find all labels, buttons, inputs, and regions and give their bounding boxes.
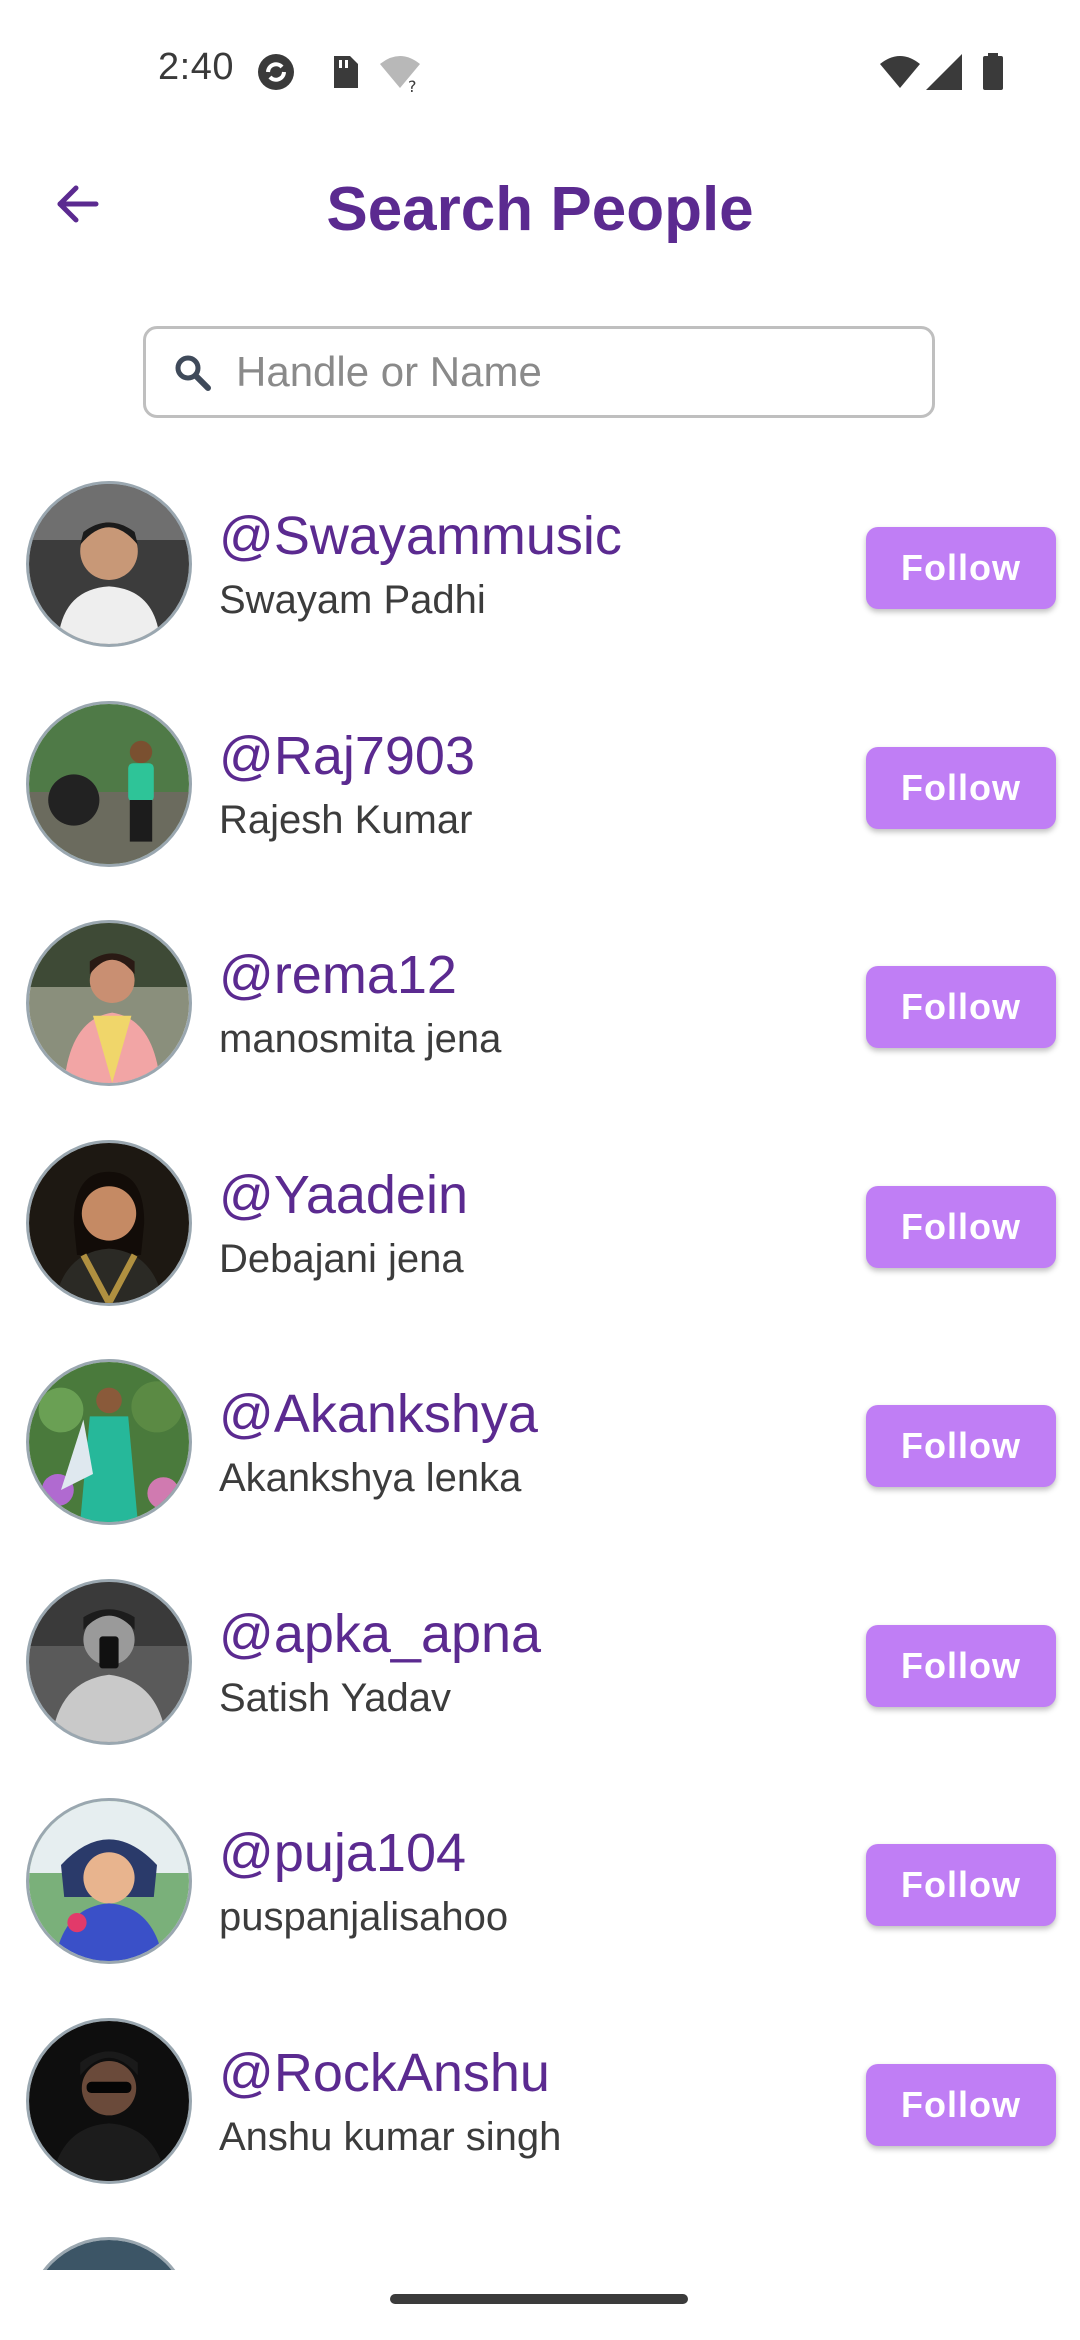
user-name: Debajani jena — [219, 1236, 464, 1281]
user-name: puspanjalisahoo — [219, 1895, 509, 1939]
list-item[interactable]: @RockAnshu Anshu kumar singh Follow — [0, 1997, 1080, 2217]
follow-button[interactable]: Follow — [866, 2063, 1056, 2146]
user-handle: @Akankshya — [219, 1384, 538, 1444]
svg-text:?: ? — [408, 77, 417, 94]
battery-icon — [972, 50, 1016, 94]
user-name: Anshu kumar singh — [219, 2114, 562, 2159]
user-handle: @apka_apna — [219, 1603, 542, 1664]
user-handle: @RockAnshu — [219, 2042, 550, 2103]
wifi-unknown-icon: ? — [378, 50, 422, 96]
list-item[interactable]: @apka_apna Satish Yadav Follow — [0, 1558, 1080, 1778]
follow-button[interactable]: Follow — [866, 1624, 1056, 1707]
follow-button[interactable]: Follow — [866, 527, 1056, 609]
avatar[interactable] — [26, 2017, 192, 2184]
list-item[interactable]: @Akankshya Akankshya lenka Follow — [0, 1338, 1080, 1558]
avatar[interactable] — [26, 481, 192, 647]
user-name: Swayam Padhi — [219, 578, 486, 622]
people-list[interactable]: @Swayammusic Swayam Padhi Follow @Raj790… — [0, 460, 1080, 2270]
follow-button[interactable]: Follow — [866, 1185, 1056, 1268]
avatar[interactable] — [26, 920, 192, 1086]
user-handle: @puja104 — [219, 1823, 467, 1883]
status-time: 2:40 — [158, 46, 234, 88]
user-handle: @Yaadein — [219, 1164, 468, 1225]
user-name: Rajesh Kumar — [219, 797, 473, 842]
avatar[interactable] — [26, 1139, 192, 1306]
list-item[interactable]: @Raj7903 Rajesh Kumar Follow — [0, 680, 1080, 900]
user-name: Satish Yadav — [219, 1675, 452, 1720]
user-handle: @Swayammusic — [219, 506, 622, 566]
user-name: manosmita jena — [219, 1017, 502, 1061]
list-item[interactable]: @Yaadein Debajani jena Follow — [0, 1119, 1080, 1339]
sd-card-icon — [322, 50, 366, 94]
list-item[interactable]: @rema12 manosmita jena Follow — [0, 899, 1080, 1119]
wifi-icon — [878, 50, 922, 94]
follow-button[interactable]: Follow — [866, 1405, 1056, 1487]
home-indicator[interactable] — [390, 2294, 688, 2304]
avatar[interactable] — [26, 1578, 192, 1745]
search-box[interactable] — [143, 326, 935, 418]
list-item[interactable]: @Swayammusic Swayam Padhi Follow — [0, 460, 1080, 680]
avatar[interactable] — [26, 700, 192, 867]
user-name: Akankshya lenka — [219, 1456, 522, 1500]
status-bar: 2:40 ? — [0, 0, 1080, 140]
follow-button[interactable]: Follow — [866, 966, 1056, 1048]
sync-icon — [254, 50, 298, 94]
search-icon — [170, 350, 214, 394]
cell-signal-icon — [922, 50, 966, 94]
user-handle: @rema12 — [219, 945, 457, 1005]
list-item[interactable] — [0, 2216, 1080, 2270]
avatar[interactable] — [26, 2237, 192, 2270]
user-handle: @Raj7903 — [219, 725, 475, 786]
avatar[interactable] — [26, 1359, 192, 1525]
page-title: Search People — [326, 175, 754, 244]
list-item[interactable]: @puja104 puspanjalisahoo Follow — [0, 1777, 1080, 1997]
follow-button[interactable]: Follow — [866, 1844, 1056, 1926]
follow-button[interactable]: Follow — [866, 746, 1056, 829]
search-input[interactable] — [234, 347, 918, 397]
avatar[interactable] — [26, 1798, 192, 1964]
